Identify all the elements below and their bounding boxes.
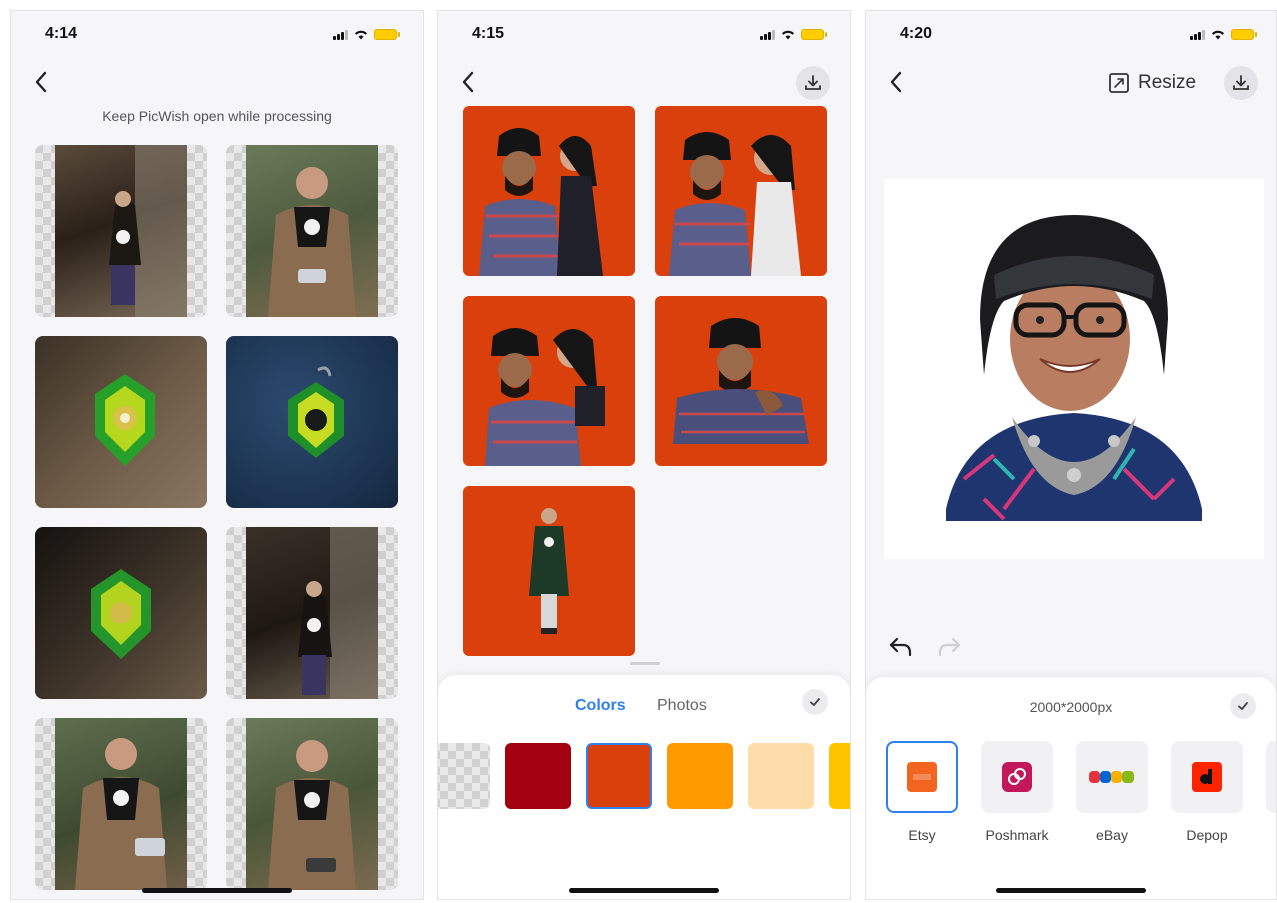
status-icons	[333, 29, 400, 40]
download-button[interactable]	[1224, 66, 1258, 100]
battery-icon	[374, 29, 400, 40]
check-icon	[810, 698, 820, 706]
tab-photos[interactable]: Photos	[657, 697, 707, 715]
photo-thumbnail[interactable]	[35, 718, 207, 890]
photo-thumbnail[interactable]	[35, 336, 207, 508]
etsy-icon	[907, 762, 937, 792]
subject-image	[946, 215, 1202, 521]
wifi-icon	[782, 30, 794, 40]
download-icon	[805, 75, 821, 90]
download-icon	[1233, 75, 1249, 90]
tab-colors[interactable]: Colors	[575, 697, 626, 715]
status-icons	[760, 29, 827, 40]
swatch-peach[interactable]	[748, 743, 814, 809]
size-preset-sheet: 2000*2000px Etsy Poshmark eBay Depop	[866, 677, 1276, 899]
battery-icon	[801, 29, 827, 40]
preset-ebay[interactable]	[1076, 741, 1148, 813]
home-indicator	[142, 888, 292, 893]
back-arrow-icon[interactable]	[886, 69, 906, 95]
status-icons	[1190, 29, 1257, 40]
preset-etsy[interactable]	[886, 741, 958, 813]
redo-icon[interactable]	[936, 635, 962, 659]
download-button[interactable]	[796, 66, 830, 100]
photo-thumbnail[interactable]	[226, 527, 398, 699]
signal-icon	[760, 29, 775, 40]
photo-thumbnail[interactable]	[35, 527, 207, 699]
resize-icon	[1109, 73, 1129, 93]
size-text: 2000*2000px	[1029, 699, 1113, 715]
signal-icon	[1190, 29, 1205, 40]
signal-icon	[333, 29, 348, 40]
confirm-button[interactable]	[1230, 693, 1256, 719]
photo-thumbnail[interactable]	[35, 145, 207, 317]
swatch-orange[interactable]	[667, 743, 733, 809]
result-image-tile[interactable]	[463, 486, 635, 656]
preset-depop[interactable]	[1171, 741, 1243, 813]
back-arrow-icon[interactable]	[31, 69, 51, 95]
wifi-icon	[355, 30, 367, 40]
preset-label-etsy: Etsy	[908, 827, 936, 843]
back-arrow-icon[interactable]	[458, 69, 478, 95]
status-time: 4:15	[472, 25, 505, 42]
check-icon	[1238, 702, 1248, 710]
swatch-orange-red-selected[interactable]	[586, 743, 652, 809]
screenshot-collage: 4:14 Keep PicWish open while processing	[0, 0, 1277, 903]
home-indicator	[569, 888, 719, 893]
result-image-tile[interactable]	[655, 296, 827, 466]
swatch-transparent[interactable]	[438, 743, 490, 809]
status-time: 4:14	[45, 25, 78, 42]
wifi-icon	[1212, 30, 1224, 40]
canvas-preview[interactable]	[884, 179, 1264, 559]
confirm-button[interactable]	[802, 689, 828, 715]
preset-more[interactable]	[1266, 741, 1276, 813]
home-indicator	[996, 888, 1146, 893]
result-image-tile[interactable]	[655, 106, 827, 276]
ebay-icon	[1089, 771, 1134, 783]
resize-screen: 4:20 Resize 2000*2000px Etsy Poshmark eB…	[865, 10, 1277, 900]
resize-button[interactable]: Resize	[1108, 72, 1196, 94]
preset-label-poshmark: Poshmark	[985, 827, 1049, 843]
preset-label-ebay: eBay	[1096, 827, 1128, 843]
preset-poshmark[interactable]	[981, 741, 1053, 813]
undo-icon[interactable]	[888, 635, 914, 659]
background-color-screen: 4:15 Colors Photos	[437, 10, 851, 900]
preset-label-depop: Depop	[1186, 827, 1228, 843]
processing-screen: 4:14 Keep PicWish open while processing	[10, 10, 424, 900]
battery-icon	[1231, 29, 1257, 40]
sheet-grabber[interactable]	[630, 662, 660, 665]
depop-icon	[1192, 762, 1222, 792]
swatch-dark-red[interactable]	[505, 743, 571, 809]
result-image-tile[interactable]	[463, 106, 635, 276]
photo-thumbnail[interactable]	[226, 718, 398, 890]
status-time: 4:20	[900, 25, 933, 42]
background-picker-sheet: Colors Photos	[438, 675, 850, 899]
poshmark-icon	[1002, 762, 1032, 792]
swatch-yellow[interactable]	[829, 743, 850, 809]
resize-label: Resize	[1138, 72, 1197, 93]
photo-thumbnail[interactable]	[226, 336, 398, 508]
processing-notice: Keep PicWish open while processing	[102, 108, 332, 124]
photo-thumbnail[interactable]	[226, 145, 398, 317]
result-image-tile[interactable]	[463, 296, 635, 466]
